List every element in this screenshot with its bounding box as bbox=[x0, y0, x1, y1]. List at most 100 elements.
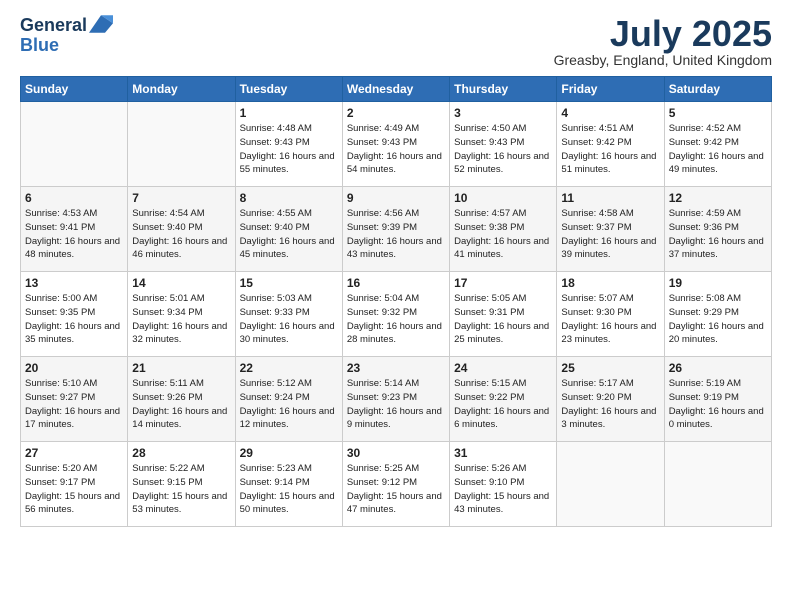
title-block: July 2025 Greasby, England, United Kingd… bbox=[554, 16, 772, 68]
day-info: Sunrise: 5:00 AM Sunset: 9:35 PM Dayligh… bbox=[25, 292, 123, 347]
table-row: 8Sunrise: 4:55 AM Sunset: 9:40 PM Daylig… bbox=[235, 187, 342, 272]
day-info: Sunrise: 5:08 AM Sunset: 9:29 PM Dayligh… bbox=[669, 292, 767, 347]
day-info: Sunrise: 4:51 AM Sunset: 9:42 PM Dayligh… bbox=[561, 122, 659, 177]
day-info: Sunrise: 4:48 AM Sunset: 9:43 PM Dayligh… bbox=[240, 122, 338, 177]
table-row: 12Sunrise: 4:59 AM Sunset: 9:36 PM Dayli… bbox=[664, 187, 771, 272]
day-number: 10 bbox=[454, 191, 552, 205]
col-monday: Monday bbox=[128, 77, 235, 102]
day-number: 4 bbox=[561, 106, 659, 120]
calendar-week-3: 13 Sunrise: 5:00 AM Sunset: 9:35 PM Dayli… bbox=[21, 272, 772, 357]
day-number: 31 bbox=[454, 446, 552, 460]
day-info: Sunrise: 5:01 AM Sunset: 9:34 PM Dayligh… bbox=[132, 292, 230, 347]
table-row: 24 Sunrise: 5:15 AM Sunset: 9:22 PM Dayli… bbox=[450, 357, 557, 442]
day-info: Sunrise: 5:10 AM Sunset: 9:27 PM Dayligh… bbox=[25, 377, 123, 432]
day-number: 26 bbox=[669, 361, 767, 375]
day-info: Sunrise: 5:11 AM Sunset: 9:26 PM Dayligh… bbox=[132, 377, 230, 432]
calendar-week-1: 1 Sunrise: 4:48 AM Sunset: 9:43 PM Daylig… bbox=[21, 102, 772, 187]
table-row: 3Sunrise: 4:50 AM Sunset: 9:43 PM Daylig… bbox=[450, 102, 557, 187]
location: Greasby, England, United Kingdom bbox=[554, 52, 772, 68]
day-number: 21 bbox=[132, 361, 230, 375]
day-number: 17 bbox=[454, 276, 552, 290]
day-info: Sunrise: 4:56 AM Sunset: 9:39 PM Dayligh… bbox=[347, 207, 445, 262]
calendar-header-row: Sunday Monday Tuesday Wednesday Thursday… bbox=[21, 77, 772, 102]
table-row: 5 Sunrise: 4:52 AM Sunset: 9:42 PM Daylig… bbox=[664, 102, 771, 187]
day-info: Sunrise: 5:23 AM Sunset: 9:14 PM Dayligh… bbox=[240, 462, 338, 517]
col-saturday: Saturday bbox=[664, 77, 771, 102]
day-number: 6 bbox=[25, 191, 123, 205]
table-row: 20 Sunrise: 5:10 AM Sunset: 9:27 PM Dayli… bbox=[21, 357, 128, 442]
table-row: 14 Sunrise: 5:01 AM Sunset: 9:34 PM Dayli… bbox=[128, 272, 235, 357]
day-number: 7 bbox=[132, 191, 230, 205]
day-info: Sunrise: 5:20 AM Sunset: 9:17 PM Dayligh… bbox=[25, 462, 123, 517]
table-row: 22 Sunrise: 5:12 AM Sunset: 9:24 PM Dayli… bbox=[235, 357, 342, 442]
table-row: 26 Sunrise: 5:19 AM Sunset: 9:19 PM Dayli… bbox=[664, 357, 771, 442]
table-row bbox=[557, 442, 664, 527]
day-number: 13 bbox=[25, 276, 123, 290]
day-number: 24 bbox=[454, 361, 552, 375]
day-info: Sunrise: 5:07 AM Sunset: 9:30 PM Dayligh… bbox=[561, 292, 659, 347]
col-sunday: Sunday bbox=[21, 77, 128, 102]
month-title: July 2025 bbox=[554, 16, 772, 52]
day-number: 30 bbox=[347, 446, 445, 460]
day-number: 1 bbox=[240, 106, 338, 120]
table-row: 6 Sunrise: 4:53 AM Sunset: 9:41 PM Daylig… bbox=[21, 187, 128, 272]
table-row: 13 Sunrise: 5:00 AM Sunset: 9:35 PM Dayli… bbox=[21, 272, 128, 357]
day-number: 3 bbox=[454, 106, 552, 120]
day-info: Sunrise: 4:53 AM Sunset: 9:41 PM Dayligh… bbox=[25, 207, 123, 262]
table-row: 19 Sunrise: 5:08 AM Sunset: 9:29 PM Dayli… bbox=[664, 272, 771, 357]
day-number: 12 bbox=[669, 191, 767, 205]
col-tuesday: Tuesday bbox=[235, 77, 342, 102]
table-row: 11 Sunrise: 4:58 AM Sunset: 9:37 PM Dayli… bbox=[557, 187, 664, 272]
day-info: Sunrise: 5:22 AM Sunset: 9:15 PM Dayligh… bbox=[132, 462, 230, 517]
table-row: 4 Sunrise: 4:51 AM Sunset: 9:42 PM Daylig… bbox=[557, 102, 664, 187]
table-row: 15 Sunrise: 5:03 AM Sunset: 9:33 PM Dayli… bbox=[235, 272, 342, 357]
logo-icon bbox=[89, 14, 113, 34]
calendar-week-2: 6 Sunrise: 4:53 AM Sunset: 9:41 PM Daylig… bbox=[21, 187, 772, 272]
table-row: 10Sunrise: 4:57 AM Sunset: 9:38 PM Dayli… bbox=[450, 187, 557, 272]
day-info: Sunrise: 5:12 AM Sunset: 9:24 PM Dayligh… bbox=[240, 377, 338, 432]
day-number: 29 bbox=[240, 446, 338, 460]
day-info: Sunrise: 5:04 AM Sunset: 9:32 PM Dayligh… bbox=[347, 292, 445, 347]
day-number: 8 bbox=[240, 191, 338, 205]
day-info: Sunrise: 4:58 AM Sunset: 9:37 PM Dayligh… bbox=[561, 207, 659, 262]
day-info: Sunrise: 5:17 AM Sunset: 9:20 PM Dayligh… bbox=[561, 377, 659, 432]
day-number: 28 bbox=[132, 446, 230, 460]
table-row: 9Sunrise: 4:56 AM Sunset: 9:39 PM Daylig… bbox=[342, 187, 449, 272]
table-row: 7 Sunrise: 4:54 AM Sunset: 9:40 PM Daylig… bbox=[128, 187, 235, 272]
day-number: 14 bbox=[132, 276, 230, 290]
day-info: Sunrise: 5:14 AM Sunset: 9:23 PM Dayligh… bbox=[347, 377, 445, 432]
day-number: 5 bbox=[669, 106, 767, 120]
day-number: 22 bbox=[240, 361, 338, 375]
logo-blue: Blue bbox=[20, 36, 113, 56]
table-row: 2Sunrise: 4:49 AM Sunset: 9:43 PM Daylig… bbox=[342, 102, 449, 187]
table-row bbox=[664, 442, 771, 527]
col-thursday: Thursday bbox=[450, 77, 557, 102]
day-number: 18 bbox=[561, 276, 659, 290]
day-info: Sunrise: 4:52 AM Sunset: 9:42 PM Dayligh… bbox=[669, 122, 767, 177]
day-info: Sunrise: 5:15 AM Sunset: 9:22 PM Dayligh… bbox=[454, 377, 552, 432]
day-number: 20 bbox=[25, 361, 123, 375]
calendar-week-5: 27 Sunrise: 5:20 AM Sunset: 9:17 PM Dayli… bbox=[21, 442, 772, 527]
table-row: 30 Sunrise: 5:25 AM Sunset: 9:12 PM Dayli… bbox=[342, 442, 449, 527]
day-number: 2 bbox=[347, 106, 445, 120]
day-info: Sunrise: 5:26 AM Sunset: 9:10 PM Dayligh… bbox=[454, 462, 552, 517]
table-row: 23Sunrise: 5:14 AM Sunset: 9:23 PM Dayli… bbox=[342, 357, 449, 442]
day-number: 15 bbox=[240, 276, 338, 290]
table-row: 25Sunrise: 5:17 AM Sunset: 9:20 PM Dayli… bbox=[557, 357, 664, 442]
col-wednesday: Wednesday bbox=[342, 77, 449, 102]
table-row: 17 Sunrise: 5:05 AM Sunset: 9:31 PM Dayli… bbox=[450, 272, 557, 357]
page: General Blue July 2025 Greasby, England,… bbox=[0, 0, 792, 547]
col-friday: Friday bbox=[557, 77, 664, 102]
day-number: 27 bbox=[25, 446, 123, 460]
table-row bbox=[21, 102, 128, 187]
day-number: 11 bbox=[561, 191, 659, 205]
table-row: 18 Sunrise: 5:07 AM Sunset: 9:30 PM Dayli… bbox=[557, 272, 664, 357]
day-info: Sunrise: 5:03 AM Sunset: 9:33 PM Dayligh… bbox=[240, 292, 338, 347]
day-info: Sunrise: 5:05 AM Sunset: 9:31 PM Dayligh… bbox=[454, 292, 552, 347]
day-number: 19 bbox=[669, 276, 767, 290]
table-row: 16Sunrise: 5:04 AM Sunset: 9:32 PM Dayli… bbox=[342, 272, 449, 357]
table-row: 28 Sunrise: 5:22 AM Sunset: 9:15 PM Dayli… bbox=[128, 442, 235, 527]
day-info: Sunrise: 4:54 AM Sunset: 9:40 PM Dayligh… bbox=[132, 207, 230, 262]
day-info: Sunrise: 5:19 AM Sunset: 9:19 PM Dayligh… bbox=[669, 377, 767, 432]
day-info: Sunrise: 5:25 AM Sunset: 9:12 PM Dayligh… bbox=[347, 462, 445, 517]
